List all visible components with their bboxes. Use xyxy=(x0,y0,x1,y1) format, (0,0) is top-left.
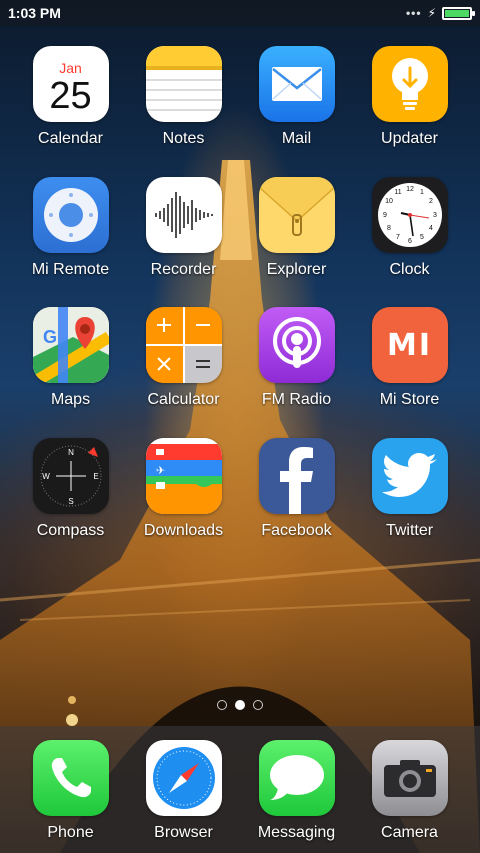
app-label: Calendar xyxy=(38,130,103,147)
podcast-icon xyxy=(258,307,335,383)
battery-level xyxy=(445,9,469,17)
folder-icon xyxy=(258,176,335,253)
bolt-icon: ⚡ xyxy=(427,6,436,20)
app-label: Messaging xyxy=(257,824,336,841)
svg-text:7: 7 xyxy=(396,234,400,241)
compass-icon: N S W E xyxy=(32,437,109,514)
app-label: Mi Store xyxy=(379,391,440,408)
svg-text:3: 3 xyxy=(433,212,437,219)
app-label: Camera xyxy=(381,824,438,841)
app-maps[interactable]: G Maps xyxy=(14,307,127,438)
app-mail[interactable]: Mail xyxy=(240,46,353,177)
status-icons: ••• ⚡ xyxy=(405,6,475,20)
svg-text:2: 2 xyxy=(429,198,433,205)
app-label: Downloads xyxy=(143,521,224,539)
page-indicator[interactable] xyxy=(0,700,480,710)
page-dot-active[interactable] xyxy=(235,700,245,710)
calculator-icon xyxy=(145,307,222,383)
app-clock[interactable]: 12 1 2 345 678 9 10 11 Clock xyxy=(353,176,466,308)
dock-app-messaging[interactable]: Messaging xyxy=(240,740,353,842)
app-label: Browser xyxy=(154,824,213,841)
notes-icon xyxy=(145,46,222,122)
dock-app-camera[interactable]: Camera xyxy=(353,740,466,842)
svg-text:N: N xyxy=(68,448,74,457)
bird-icon xyxy=(371,437,448,514)
mi-logo-text: MI xyxy=(386,327,432,363)
app-updater[interactable]: Updater xyxy=(353,46,466,177)
app-compass[interactable]: N S W E Compass xyxy=(14,437,127,569)
camera-icon xyxy=(371,740,448,816)
app-label: Compass xyxy=(36,521,105,539)
app-downloads[interactable]: ✈ Downloads xyxy=(127,437,240,569)
phone-icon xyxy=(32,740,109,816)
app-label: FM Radio xyxy=(261,391,332,408)
app-mi-remote[interactable]: Mi Remote xyxy=(14,176,127,308)
app-fm-radio[interactable]: FM Radio xyxy=(240,307,353,438)
app-mi-store[interactable]: MI Mi Store xyxy=(353,307,466,438)
app-calculator[interactable]: Calculator xyxy=(127,307,240,438)
svg-text:W: W xyxy=(42,472,50,481)
app-calendar[interactable]: Jan 25 Calendar xyxy=(14,46,127,177)
dock-app-browser[interactable]: Browser xyxy=(127,740,240,842)
signal-dots-icon: ••• xyxy=(405,6,422,20)
svg-text:4: 4 xyxy=(429,225,433,232)
dock: Phone Browser Messaging Camera xyxy=(0,726,480,853)
svg-text:1: 1 xyxy=(420,189,424,196)
svg-text:5: 5 xyxy=(420,234,424,241)
app-label: Explorer xyxy=(266,260,327,278)
svg-text:9: 9 xyxy=(383,212,387,219)
app-label: Recorder xyxy=(150,260,217,278)
app-notes[interactable]: Notes xyxy=(127,46,240,177)
clock-icon: 12 1 2 345 678 9 10 11 xyxy=(371,176,448,253)
compass-safari-icon xyxy=(145,740,222,816)
app-twitter[interactable]: Twitter xyxy=(353,437,466,569)
calendar-month: Jan xyxy=(59,60,82,76)
dock-apps: Phone Browser Messaging Camera xyxy=(14,740,466,842)
app-label: Facebook xyxy=(261,521,332,539)
calendar-icon: Jan 25 xyxy=(32,46,109,122)
app-label: Maps xyxy=(50,391,91,408)
app-label: Calculator xyxy=(147,391,220,408)
wallet-icon: ✈ xyxy=(145,437,222,514)
calendar-day: 25 xyxy=(49,75,92,117)
svg-text:G: G xyxy=(43,327,57,347)
app-label: Mi Remote xyxy=(31,260,110,278)
svg-text:S: S xyxy=(68,497,73,506)
svg-text:E: E xyxy=(93,472,98,481)
svg-text:8: 8 xyxy=(387,225,391,232)
app-label: Notes xyxy=(162,130,205,147)
svg-text:10: 10 xyxy=(385,198,393,205)
svg-text:12: 12 xyxy=(406,186,414,193)
svg-text:11: 11 xyxy=(394,189,401,196)
app-grid: Jan 25 Calendar Notes Mail Updater Mi Re… xyxy=(14,46,466,568)
battery-icon xyxy=(442,6,475,20)
app-label: Mail xyxy=(281,130,312,147)
map-pin-icon: G xyxy=(32,307,109,383)
page-dot[interactable] xyxy=(253,700,263,710)
speech-bubble-icon xyxy=(258,740,335,816)
app-label: Phone xyxy=(47,824,94,841)
svg-text:✈: ✈ xyxy=(156,464,165,477)
app-recorder[interactable]: Recorder xyxy=(127,176,240,308)
status-bar: 1:03 PM ••• ⚡ xyxy=(0,0,480,26)
mail-icon xyxy=(258,46,335,122)
svg-text:6: 6 xyxy=(408,238,412,245)
lightbulb-icon xyxy=(371,46,448,122)
mi-logo-icon: MI xyxy=(371,307,448,383)
app-label: Updater xyxy=(381,130,438,147)
app-label: Clock xyxy=(389,260,430,278)
facebook-icon xyxy=(258,437,335,514)
app-label: Twitter xyxy=(385,521,434,539)
app-explorer[interactable]: Explorer xyxy=(240,176,353,308)
remote-icon xyxy=(32,176,109,253)
status-time: 1:03 PM xyxy=(8,5,61,21)
page-dot[interactable] xyxy=(217,700,227,710)
app-facebook[interactable]: Facebook xyxy=(240,437,353,569)
waveform-icon xyxy=(145,176,222,253)
dock-app-phone[interactable]: Phone xyxy=(14,740,127,842)
